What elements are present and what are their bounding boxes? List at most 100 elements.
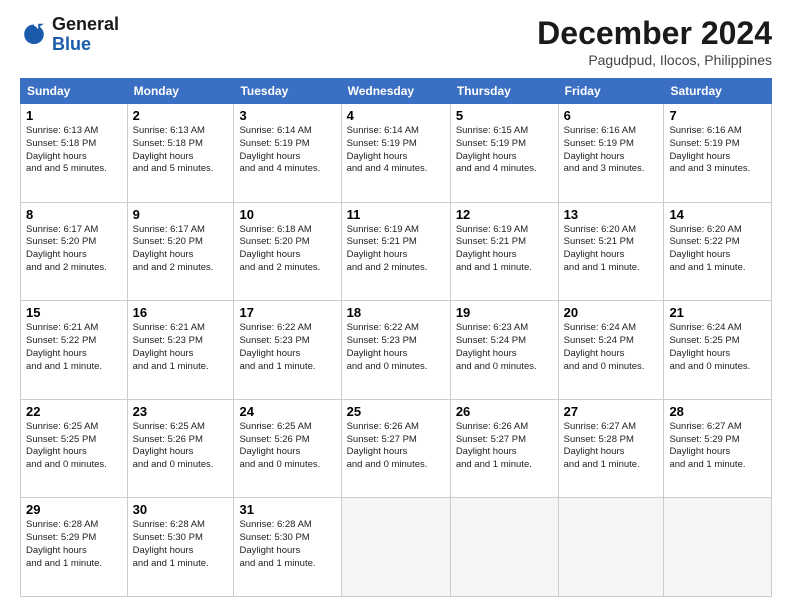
calendar-week-row: 1 Sunrise: 6:13 AMSunset: 5:18 PMDayligh…	[21, 104, 772, 203]
table-row: 21 Sunrise: 6:24 AMSunset: 5:25 PMDaylig…	[664, 301, 772, 400]
day-number: 18	[347, 305, 445, 320]
day-number: 6	[564, 108, 659, 123]
title-block: December 2024 Pagudpud, Ilocos, Philippi…	[537, 15, 772, 68]
table-row: 2 Sunrise: 6:13 AMSunset: 5:18 PMDayligh…	[127, 104, 234, 203]
day-info: Sunrise: 6:16 AMSunset: 5:19 PMDaylight …	[564, 125, 645, 174]
day-number: 13	[564, 207, 659, 222]
day-number: 31	[239, 502, 335, 517]
col-thursday: Thursday	[450, 79, 558, 104]
table-row: 17 Sunrise: 6:22 AMSunset: 5:23 PMDaylig…	[234, 301, 341, 400]
table-row: 10 Sunrise: 6:18 AMSunset: 5:20 PMDaylig…	[234, 202, 341, 301]
table-row	[558, 498, 664, 597]
day-number: 26	[456, 404, 553, 419]
table-row: 24 Sunrise: 6:25 AMSunset: 5:26 PMDaylig…	[234, 399, 341, 498]
day-number: 28	[669, 404, 766, 419]
day-info: Sunrise: 6:17 AMSunset: 5:20 PMDaylight …	[26, 224, 107, 273]
calendar-week-row: 22 Sunrise: 6:25 AMSunset: 5:25 PMDaylig…	[21, 399, 772, 498]
day-number: 27	[564, 404, 659, 419]
day-number: 2	[133, 108, 229, 123]
table-row: 25 Sunrise: 6:26 AMSunset: 5:27 PMDaylig…	[341, 399, 450, 498]
day-info: Sunrise: 6:20 AMSunset: 5:22 PMDaylight …	[669, 224, 745, 273]
day-info: Sunrise: 6:24 AMSunset: 5:24 PMDaylight …	[564, 322, 645, 371]
day-info: Sunrise: 6:23 AMSunset: 5:24 PMDaylight …	[456, 322, 537, 371]
day-info: Sunrise: 6:14 AMSunset: 5:19 PMDaylight …	[347, 125, 428, 174]
day-number: 30	[133, 502, 229, 517]
table-row: 20 Sunrise: 6:24 AMSunset: 5:24 PMDaylig…	[558, 301, 664, 400]
day-number: 14	[669, 207, 766, 222]
day-info: Sunrise: 6:28 AMSunset: 5:30 PMDaylight …	[133, 519, 209, 568]
col-friday: Friday	[558, 79, 664, 104]
table-row: 26 Sunrise: 6:26 AMSunset: 5:27 PMDaylig…	[450, 399, 558, 498]
day-info: Sunrise: 6:21 AMSunset: 5:22 PMDaylight …	[26, 322, 102, 371]
day-info: Sunrise: 6:26 AMSunset: 5:27 PMDaylight …	[347, 421, 428, 470]
day-number: 29	[26, 502, 122, 517]
table-row	[450, 498, 558, 597]
table-row: 31 Sunrise: 6:28 AMSunset: 5:30 PMDaylig…	[234, 498, 341, 597]
day-number: 4	[347, 108, 445, 123]
day-number: 1	[26, 108, 122, 123]
header: General Blue December 2024 Pagudpud, Ilo…	[20, 15, 772, 68]
day-info: Sunrise: 6:16 AMSunset: 5:19 PMDaylight …	[669, 125, 750, 174]
logo-blue: Blue	[52, 35, 119, 55]
day-info: Sunrise: 6:19 AMSunset: 5:21 PMDaylight …	[456, 224, 532, 273]
table-row: 4 Sunrise: 6:14 AMSunset: 5:19 PMDayligh…	[341, 104, 450, 203]
day-info: Sunrise: 6:21 AMSunset: 5:23 PMDaylight …	[133, 322, 209, 371]
day-number: 17	[239, 305, 335, 320]
logo-text: General Blue	[52, 15, 119, 55]
logo: General Blue	[20, 15, 119, 55]
day-info: Sunrise: 6:25 AMSunset: 5:26 PMDaylight …	[133, 421, 214, 470]
table-row: 19 Sunrise: 6:23 AMSunset: 5:24 PMDaylig…	[450, 301, 558, 400]
col-tuesday: Tuesday	[234, 79, 341, 104]
day-info: Sunrise: 6:13 AMSunset: 5:18 PMDaylight …	[26, 125, 107, 174]
table-row: 5 Sunrise: 6:15 AMSunset: 5:19 PMDayligh…	[450, 104, 558, 203]
day-number: 23	[133, 404, 229, 419]
calendar-table: Sunday Monday Tuesday Wednesday Thursday…	[20, 78, 772, 597]
day-number: 9	[133, 207, 229, 222]
day-number: 12	[456, 207, 553, 222]
month-title: December 2024	[537, 15, 772, 52]
day-info: Sunrise: 6:28 AMSunset: 5:29 PMDaylight …	[26, 519, 102, 568]
table-row: 8 Sunrise: 6:17 AMSunset: 5:20 PMDayligh…	[21, 202, 128, 301]
table-row	[341, 498, 450, 597]
location: Pagudpud, Ilocos, Philippines	[537, 52, 772, 68]
table-row: 6 Sunrise: 6:16 AMSunset: 5:19 PMDayligh…	[558, 104, 664, 203]
day-number: 22	[26, 404, 122, 419]
day-number: 11	[347, 207, 445, 222]
day-number: 7	[669, 108, 766, 123]
col-saturday: Saturday	[664, 79, 772, 104]
table-row: 12 Sunrise: 6:19 AMSunset: 5:21 PMDaylig…	[450, 202, 558, 301]
day-number: 24	[239, 404, 335, 419]
day-number: 5	[456, 108, 553, 123]
table-row: 18 Sunrise: 6:22 AMSunset: 5:23 PMDaylig…	[341, 301, 450, 400]
day-info: Sunrise: 6:22 AMSunset: 5:23 PMDaylight …	[239, 322, 315, 371]
day-info: Sunrise: 6:24 AMSunset: 5:25 PMDaylight …	[669, 322, 750, 371]
table-row: 11 Sunrise: 6:19 AMSunset: 5:21 PMDaylig…	[341, 202, 450, 301]
calendar-week-row: 29 Sunrise: 6:28 AMSunset: 5:29 PMDaylig…	[21, 498, 772, 597]
table-row: 13 Sunrise: 6:20 AMSunset: 5:21 PMDaylig…	[558, 202, 664, 301]
table-row	[664, 498, 772, 597]
page: General Blue December 2024 Pagudpud, Ilo…	[0, 0, 792, 612]
table-row: 27 Sunrise: 6:27 AMSunset: 5:28 PMDaylig…	[558, 399, 664, 498]
day-number: 8	[26, 207, 122, 222]
day-info: Sunrise: 6:20 AMSunset: 5:21 PMDaylight …	[564, 224, 640, 273]
table-row: 14 Sunrise: 6:20 AMSunset: 5:22 PMDaylig…	[664, 202, 772, 301]
day-info: Sunrise: 6:19 AMSunset: 5:21 PMDaylight …	[347, 224, 428, 273]
day-number: 16	[133, 305, 229, 320]
logo-icon	[20, 21, 48, 49]
calendar-header-row: Sunday Monday Tuesday Wednesday Thursday…	[21, 79, 772, 104]
day-info: Sunrise: 6:15 AMSunset: 5:19 PMDaylight …	[456, 125, 537, 174]
table-row: 28 Sunrise: 6:27 AMSunset: 5:29 PMDaylig…	[664, 399, 772, 498]
table-row: 30 Sunrise: 6:28 AMSunset: 5:30 PMDaylig…	[127, 498, 234, 597]
table-row: 9 Sunrise: 6:17 AMSunset: 5:20 PMDayligh…	[127, 202, 234, 301]
table-row: 22 Sunrise: 6:25 AMSunset: 5:25 PMDaylig…	[21, 399, 128, 498]
col-monday: Monday	[127, 79, 234, 104]
day-info: Sunrise: 6:17 AMSunset: 5:20 PMDaylight …	[133, 224, 214, 273]
col-sunday: Sunday	[21, 79, 128, 104]
table-row: 16 Sunrise: 6:21 AMSunset: 5:23 PMDaylig…	[127, 301, 234, 400]
col-wednesday: Wednesday	[341, 79, 450, 104]
day-number: 15	[26, 305, 122, 320]
day-number: 3	[239, 108, 335, 123]
day-info: Sunrise: 6:27 AMSunset: 5:29 PMDaylight …	[669, 421, 745, 470]
calendar-week-row: 8 Sunrise: 6:17 AMSunset: 5:20 PMDayligh…	[21, 202, 772, 301]
table-row: 7 Sunrise: 6:16 AMSunset: 5:19 PMDayligh…	[664, 104, 772, 203]
